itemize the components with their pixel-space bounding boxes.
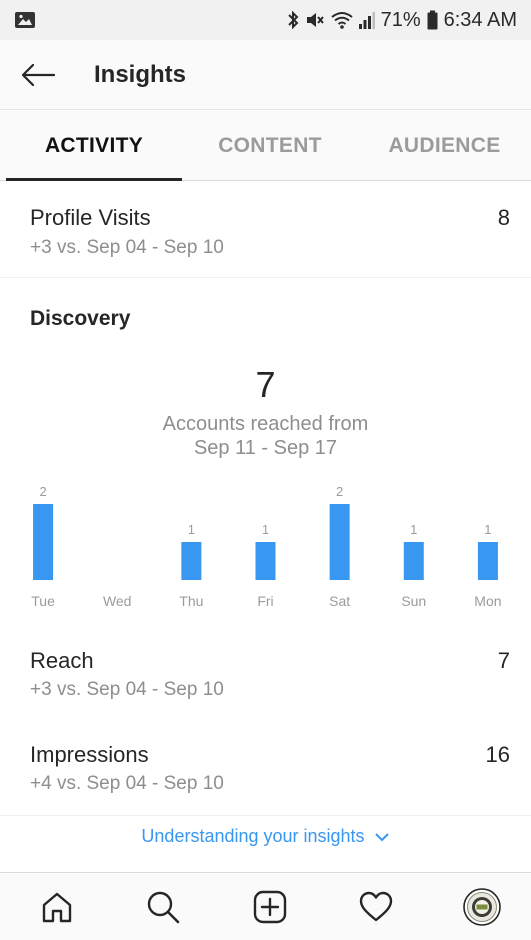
caption-line-1: Accounts reached from [162, 413, 369, 435]
chart-day-label: Thu [179, 593, 203, 609]
status-bar: 71% 6:34 AM [0, 0, 531, 40]
page-title: Insights [94, 61, 187, 88]
impressions-row[interactable]: Impressions 16 +4 vs. Sep 04 - Sep 10 [0, 725, 531, 815]
chevron-down-icon [374, 833, 389, 842]
status-icons: 71% 6:34 AM [287, 8, 517, 32]
understanding-insights-link[interactable]: Understanding your insights [0, 826, 531, 847]
profile-avatar [463, 888, 501, 926]
profile-visits-label: Profile Visits [30, 205, 151, 230]
insights-tabs: ACTIVITY CONTENT AUDIENCE [0, 111, 531, 181]
activity-heart-icon [359, 891, 393, 922]
impressions-comparison: +4 vs. Sep 04 - Sep 10 [30, 773, 224, 794]
tab-content[interactable]: CONTENT [182, 111, 358, 181]
mute-icon [306, 13, 324, 27]
chart-day-label: Sun [401, 593, 426, 609]
chart-day-label: Mon [474, 593, 501, 609]
clock: 6:34 AM [443, 8, 517, 31]
chart-bar-mon [477, 542, 498, 580]
wifi-icon [330, 12, 353, 29]
battery-percent: 71% [380, 8, 421, 31]
image-notification-icon [15, 12, 35, 28]
chart-value-label: 1 [188, 522, 195, 537]
chart-day-label: Tue [31, 593, 55, 609]
back-arrow-icon [21, 63, 55, 87]
back-button[interactable] [14, 56, 62, 94]
activity-button[interactable] [356, 887, 396, 927]
search-icon [147, 891, 180, 924]
caption-line-2: Sep 11 - Sep 17 [193, 437, 338, 459]
home-icon [42, 892, 72, 923]
tab-audience[interactable]: AUDIENCE [358, 111, 531, 181]
accounts-reached-chart: 2 Tue Wed 1 Thu 1 Fri 2 Sat 1 Sun 1 Mon [31, 484, 501, 609]
chart-day-label: Sat [329, 593, 350, 609]
profile-visits-comparison: +3 vs. Sep 04 - Sep 10 [30, 237, 224, 258]
tab-activity[interactable]: ACTIVITY [6, 111, 182, 181]
chart-value-label: 1 [484, 522, 491, 537]
impressions-value: 16 [485, 742, 510, 767]
home-button[interactable] [37, 887, 77, 927]
chart-value-label: 1 [410, 522, 417, 537]
chart-day-label: Wed [103, 593, 132, 609]
new-post-button[interactable] [250, 887, 290, 927]
chart-bar-sat [329, 504, 350, 580]
section-divider [0, 277, 531, 278]
chart-bar-fri [255, 542, 276, 580]
chart-bar-tue [33, 504, 54, 580]
signal-icon [358, 12, 375, 29]
impressions-label: Impressions [30, 742, 149, 767]
chart-value-label: 2 [39, 484, 46, 499]
chart-value-label: 2 [336, 484, 343, 499]
bluetooth-icon [287, 10, 298, 30]
battery-icon [427, 10, 438, 30]
discovery-title: Discovery [30, 307, 131, 330]
reach-comparison: +3 vs. Sep 04 - Sep 10 [30, 679, 224, 700]
chart-day-label: Fri [257, 593, 273, 609]
search-button[interactable] [143, 887, 183, 927]
chart-bar-thu [181, 542, 202, 580]
reach-label: Reach [30, 648, 94, 673]
accounts-reached-count: 7 [255, 364, 276, 405]
profile-visits-row[interactable]: Profile Visits 8 +3 vs. Sep 04 - Sep 10 [0, 181, 531, 277]
chart-bar-sun [403, 542, 424, 580]
section-divider [0, 815, 531, 816]
reach-row[interactable]: Reach 7 +3 vs. Sep 04 - Sep 10 [0, 630, 531, 720]
bottom-navigation [0, 872, 531, 940]
new-post-icon [253, 890, 287, 924]
app-header: Insights [0, 40, 531, 110]
reach-value: 7 [497, 648, 510, 673]
understanding-insights-label: Understanding your insights [141, 826, 365, 846]
profile-button[interactable] [462, 887, 502, 927]
chart-value-label: 1 [262, 522, 269, 537]
accounts-reached-caption: Accounts reached from Sep 11 - Sep 17 [0, 412, 531, 460]
profile-visits-value: 8 [497, 205, 510, 230]
